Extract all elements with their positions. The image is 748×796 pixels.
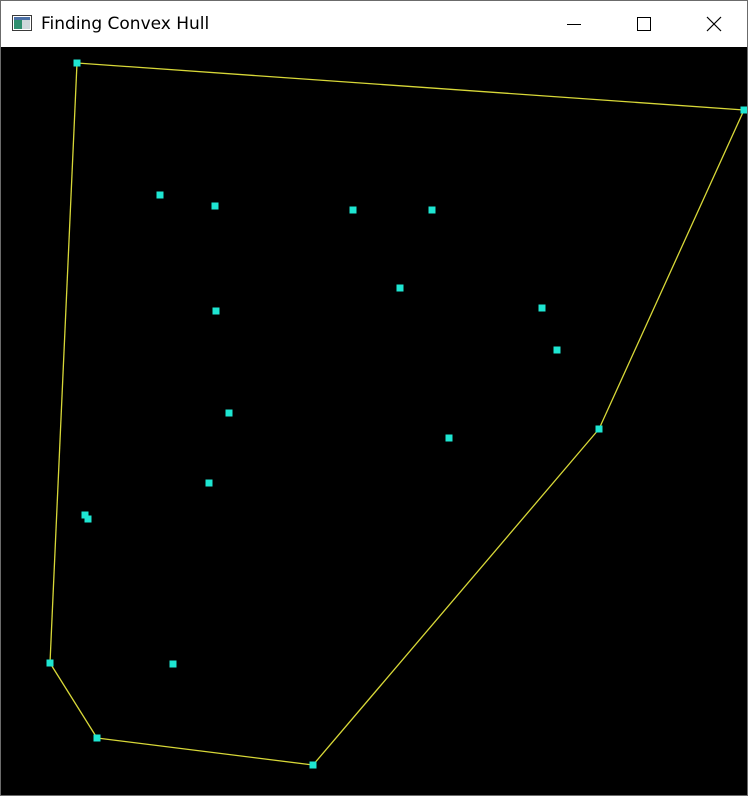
hull-edge — [76, 62, 745, 111]
minimize-button[interactable] — [539, 1, 609, 47]
point-marker — [212, 307, 220, 315]
point-marker — [205, 479, 213, 487]
point-marker — [428, 206, 436, 214]
point-marker — [73, 59, 81, 67]
close-icon — [706, 16, 722, 32]
app-window: Finding Convex Hull — [0, 0, 748, 796]
maximize-icon — [637, 17, 651, 31]
hull-edge — [598, 109, 745, 430]
point-marker — [309, 761, 317, 769]
point-marker — [46, 659, 54, 667]
title-bar[interactable]: Finding Convex Hull — [1, 1, 747, 47]
minimize-icon — [567, 24, 581, 25]
point-marker — [553, 346, 561, 354]
hull-edge — [96, 737, 314, 766]
point-marker — [211, 202, 219, 210]
point-marker — [84, 515, 92, 523]
hull-edge — [49, 62, 78, 664]
point-marker — [396, 284, 404, 292]
point-marker — [93, 734, 101, 742]
app-icon — [12, 15, 32, 31]
drawing-canvas[interactable] — [1, 47, 747, 795]
point-marker — [740, 106, 747, 114]
window-title: Finding Convex Hull — [41, 14, 210, 34]
point-marker — [169, 660, 177, 668]
point-marker — [445, 434, 453, 442]
hull-edge — [49, 662, 98, 739]
hull-edge — [312, 428, 600, 766]
maximize-button[interactable] — [609, 1, 679, 47]
close-button[interactable] — [679, 1, 748, 47]
point-marker — [349, 206, 357, 214]
point-marker — [225, 409, 233, 417]
point-marker — [595, 425, 603, 433]
point-marker — [156, 191, 164, 199]
hull-plot — [46, 59, 747, 769]
point-marker — [538, 304, 546, 312]
